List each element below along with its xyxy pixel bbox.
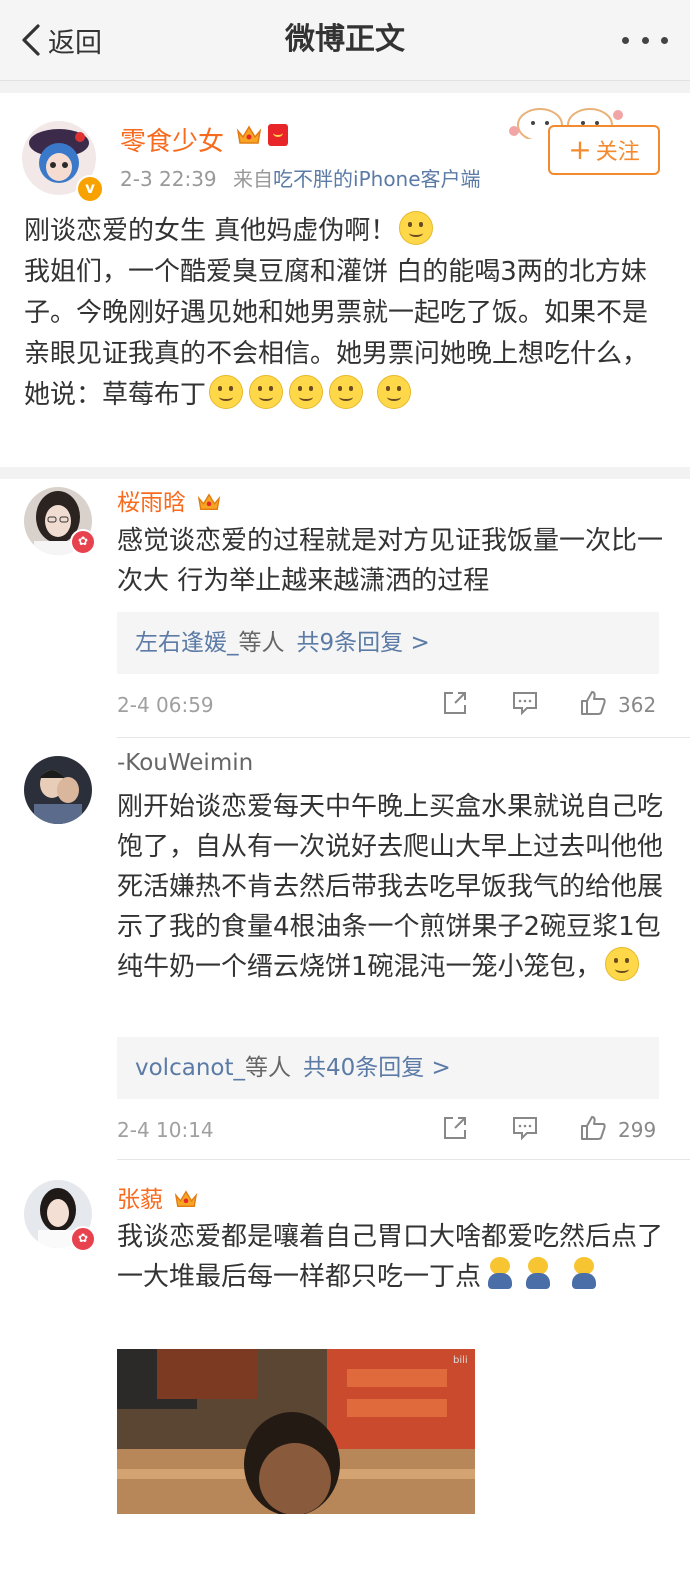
share-icon [444,692,466,714]
back-chevron-icon [22,24,40,56]
like-button[interactable] [579,689,607,719]
section-gap [0,81,690,93]
commenter-avatar[interactable] [24,756,92,824]
verified-badge: v [76,175,104,203]
page-title: 微博正文 [285,22,405,57]
comment-footer: 2-4 10:14 299 [117,1114,659,1148]
gif-frame: bili [117,1349,475,1514]
post-source[interactable]: 吃不胖的iPhone客户端 [273,167,481,191]
comment-icon [513,1117,537,1141]
smile-emoji-icon [209,375,244,409]
reply-users[interactable]: 左右逢媛_ [135,630,239,656]
reply-count[interactable]: 共40条回复 > [303,1055,451,1081]
follow-button[interactable]: + 关注 [548,125,660,175]
comment-text: 我谈恋爱都是嚷着自己胃口大啥都爱吃然后点了一大堆最后每一样都只吃一丁点 [117,1222,664,1292]
author-name[interactable]: 零食少女 [120,121,224,158]
like-icon [581,691,606,715]
smile-emoji-icon [249,375,284,409]
comment-image[interactable]: bili [117,1349,475,1514]
replies-summary[interactable]: volcanot_等人 共40条回复 > [117,1037,659,1099]
commenter-name[interactable]: 张藐 [117,1180,198,1214]
doge-emoji-icon [569,1257,599,1291]
comment-button[interactable] [511,689,539,719]
smile-emoji-icon [377,375,412,409]
comment-item: ✿ 桜雨晗 感觉谈恋爱的过程就是对方见证我饭量一次比一次大 行为举止越来越潇洒的… [0,479,690,739]
smile-emoji-icon [329,375,364,409]
smile-emoji-icon [604,947,639,981]
comment-button[interactable] [511,1114,539,1144]
source-prefix: 来自 [233,167,274,191]
back-label: 返回 [48,27,102,59]
post-meta: 2-3 22:39 来自吃不胖的iPhone客户端 [120,163,481,192]
more-icon [622,36,629,44]
main-post: v 零食少女 2-3 22:39 来自吃不胖的iPhone客户端 + 关注 刚谈… [0,93,690,467]
smile-emoji-icon [289,375,324,409]
post-time: 2-3 22:39 [120,167,217,191]
reply-suffix: 等人 [244,1055,291,1081]
watermark: bili [453,1355,468,1366]
back-button[interactable]: 返回 [20,18,102,62]
section-separator [0,467,690,479]
post-text-line1: 刚谈恋爱的女生 真他妈虚伪啊！ [24,216,397,246]
comment-time: 2-4 06:59 [117,693,214,717]
comment-footer: 2-4 06:59 362 [117,689,659,723]
follow-label: 关注 [595,140,640,165]
reply-suffix: 等人 [238,630,285,656]
more-button[interactable] [622,28,668,52]
post-text: 刚谈恋爱的女生 真他妈虚伪啊！ 我姐们，一个酷爱臭豆腐和灌饼 白的能喝3两的北方… [24,211,664,416]
smile-emoji-icon [399,211,434,245]
avatar-image [24,756,92,824]
replies-summary[interactable]: 左右逢媛_等人 共9条回复 > [117,612,659,674]
comment-time: 2-4 10:14 [117,1118,214,1142]
share-button[interactable] [441,1114,469,1144]
author-badges [236,123,288,147]
doge-emoji-icon [523,1257,553,1291]
reply-count[interactable]: 共9条回复 > [297,630,430,656]
plus-icon: + [568,133,592,166]
divider [117,1159,690,1160]
crown-icon [198,493,221,511]
comment-icon [513,692,537,716]
member-badge-icon: ✿ [70,529,96,555]
like-button[interactable] [579,1114,607,1144]
reply-users[interactable]: volcanot_ [135,1055,245,1081]
divider [117,737,690,738]
comment-text: 刚开始谈恋爱每天中午晚上买盒水果就说自己吃饱了，自从有一次说好去爬山大早上过去叫… [117,792,664,982]
comment-text: 感觉谈恋爱的过程就是对方见证我饭量一次比一次大 行为举止越来越潇洒的过程 [117,526,664,596]
comment-item: ✿ 张藐 我谈恋爱都是嚷着自己胃口大啥都爱吃然后点了一大堆最后每一样都只吃一丁点… [0,1162,690,1585]
like-count: 362 [618,693,657,717]
doge-emoji-icon [485,1257,515,1291]
red-packet-icon [268,124,288,146]
commenter-name[interactable]: -KouWeimin [117,750,253,776]
like-count: 299 [618,1118,657,1142]
nav-bar: 返回 微博正文 [0,0,690,81]
crown-icon [236,125,262,144]
share-button[interactable] [441,689,469,719]
crown-icon [175,1190,198,1208]
member-badge-icon: ✿ [70,1226,96,1252]
share-icon [444,1117,466,1139]
comment-item: -KouWeimin 刚开始谈恋爱每天中午晚上买盒水果就说自己吃饱了，自从有一次… [0,740,690,1160]
like-icon [581,1116,606,1140]
commenter-name[interactable]: 桜雨晗 [117,483,221,517]
